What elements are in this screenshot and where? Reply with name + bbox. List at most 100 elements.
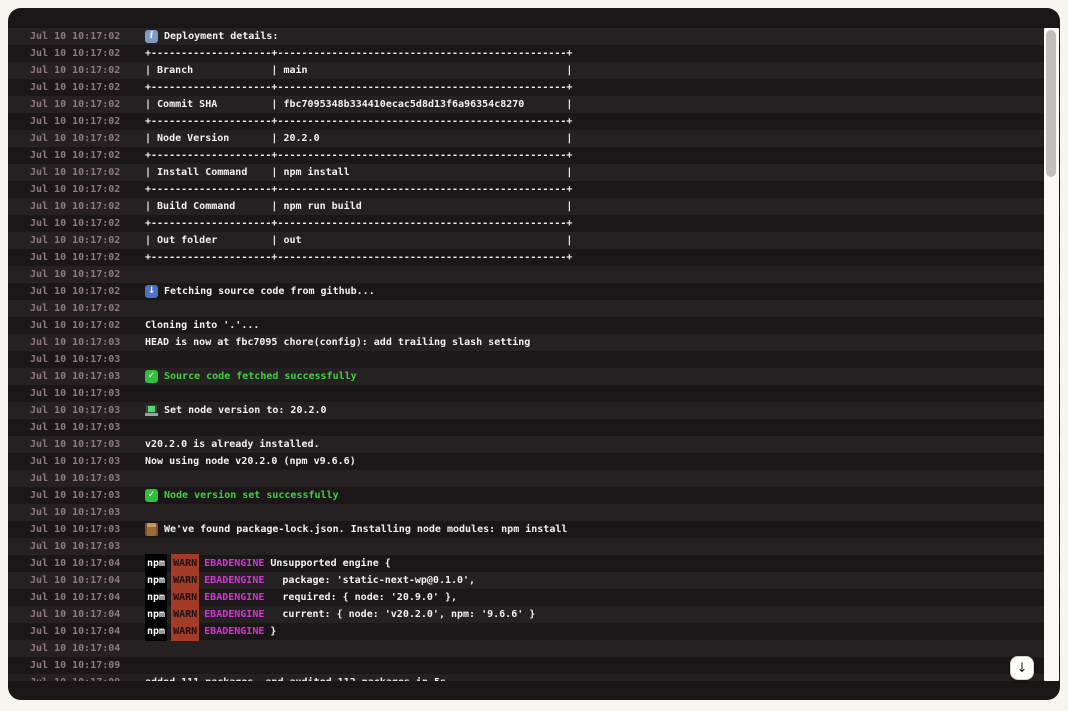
down-icon: ↓ bbox=[145, 285, 158, 298]
npm-warning-code: EBADENGINE bbox=[204, 606, 264, 623]
scrollbar-track[interactable] bbox=[1044, 28, 1059, 681]
warn-badge: WARN bbox=[171, 622, 199, 641]
npm-warning-code: EBADENGINE bbox=[204, 555, 264, 572]
log-message: We've found package-lock.json. Installin… bbox=[145, 521, 567, 538]
log-text: +--------------------+------------------… bbox=[145, 215, 572, 232]
log-row: Jul 10 10:17:03Set node version to: 20.2… bbox=[8, 402, 1060, 419]
npm-warning-code: EBADENGINE bbox=[204, 623, 264, 640]
log-text: | Install Command | npm install | bbox=[145, 164, 572, 181]
log-text: Node version set successfully bbox=[164, 487, 339, 504]
log-timestamp: Jul 10 10:17:02 bbox=[30, 147, 120, 164]
log-timestamp: Jul 10 10:17:02 bbox=[30, 181, 120, 198]
log-row: Jul 10 10:17:03v20.2.0 is already instal… bbox=[8, 436, 1060, 453]
log-message: Cloning into '.'... bbox=[145, 317, 259, 334]
log-timestamp: Jul 10 10:17:02 bbox=[30, 215, 120, 232]
log-text: required: { node: '20.9.0' }, bbox=[270, 589, 457, 606]
log-row: Jul 10 10:17:04npmWARNEBADENGINE} bbox=[8, 623, 1060, 640]
log-row: Jul 10 10:17:02| Out folder | out | bbox=[8, 232, 1060, 249]
log-row: Jul 10 10:17:03 bbox=[8, 538, 1060, 555]
log-row: Jul 10 10:17:02+--------------------+---… bbox=[8, 249, 1060, 266]
log-text: Fetching source code from github... bbox=[164, 283, 375, 300]
log-message: +--------------------+------------------… bbox=[145, 249, 572, 266]
log-timestamp: Jul 10 10:17:03 bbox=[30, 385, 120, 402]
log-text: | Build Command | npm run build | bbox=[145, 198, 572, 215]
log-text: +--------------------+------------------… bbox=[145, 113, 572, 130]
log-row: Jul 10 10:17:02+--------------------+---… bbox=[8, 45, 1060, 62]
log-row: Jul 10 10:17:03 bbox=[8, 351, 1060, 368]
log-row: Jul 10 10:17:03 We've found package-lock.… bbox=[8, 521, 1060, 538]
log-row: Jul 10 10:17:02 | Node Version | 20.2.0 | bbox=[8, 130, 1060, 147]
log-message: | Install Command | npm install | bbox=[145, 164, 572, 181]
log-row: Jul 10 10:17:04 bbox=[8, 640, 1060, 657]
log-message: added 111 packages, and audited 112 pack… bbox=[145, 674, 446, 681]
down-arrow-icon: ↓ bbox=[1017, 661, 1028, 676]
log-text: | Node Version | 20.2.0 | bbox=[145, 130, 572, 147]
log-text: +--------------------+------------------… bbox=[145, 181, 572, 198]
log-row: Jul 10 10:17:02 Cloning into '.'... bbox=[8, 317, 1060, 334]
log-row: Jul 10 10:17:02 bbox=[8, 266, 1060, 283]
log-timestamp: Jul 10 10:17:02 bbox=[30, 300, 120, 317]
log-message: Now using node v20.2.0 (npm v9.6.6) bbox=[145, 453, 356, 470]
log-timestamp: Jul 10 10:17:02 bbox=[30, 62, 120, 79]
log-row: Jul 10 10:17:02 i Deployment details: bbox=[8, 28, 1060, 45]
log-message: +--------------------+------------------… bbox=[145, 215, 572, 232]
log-timestamp: Jul 10 10:17:02 bbox=[30, 317, 120, 334]
info-icon: i bbox=[145, 30, 158, 43]
check-icon: ✓ bbox=[145, 370, 158, 383]
log-row: Jul 10 10:17:02 +--------------------+---… bbox=[8, 181, 1060, 198]
log-timestamp: Jul 10 10:17:09 bbox=[30, 657, 120, 674]
log-text: | Commit SHA | fbc7095348b334410ecac5d8d… bbox=[145, 96, 572, 113]
log-text: Source code fetched successfully bbox=[164, 368, 357, 385]
log-timestamp: Jul 10 10:17:02 bbox=[30, 130, 120, 147]
log-timestamp: Jul 10 10:17:02 bbox=[30, 266, 120, 283]
check-icon: ✓ bbox=[145, 489, 158, 502]
log-timestamp: Jul 10 10:17:04 bbox=[30, 640, 120, 657]
log-timestamp: Jul 10 10:17:02 bbox=[30, 28, 120, 45]
npm-warning-code: EBADENGINE bbox=[204, 589, 264, 606]
log-timestamp: Jul 10 10:17:09 bbox=[30, 674, 120, 681]
npm-warning-code: EBADENGINE bbox=[204, 572, 264, 589]
log-message: ✓ Source code fetched successfully bbox=[145, 368, 357, 385]
log-timestamp: Jul 10 10:17:04 bbox=[30, 606, 120, 623]
log-row: Jul 10 10:17:02 | Branch | main | bbox=[8, 62, 1060, 79]
log-message: ↓ Fetching source code from github... bbox=[145, 283, 375, 300]
log-row: Jul 10 10:17:02 +--------------------+---… bbox=[8, 113, 1060, 130]
log-row: Jul 10 10:17:03 bbox=[8, 504, 1060, 521]
log-text: We've found package-lock.json. Installin… bbox=[164, 521, 567, 538]
log-row: Jul 10 10:17:02| Build Command | npm run… bbox=[8, 198, 1060, 215]
log-timestamp: Jul 10 10:17:03 bbox=[30, 521, 120, 538]
log-timestamp: Jul 10 10:17:02 bbox=[30, 113, 120, 130]
log-timestamp: Jul 10 10:17:02 bbox=[30, 283, 120, 300]
log-message: +--------------------+------------------… bbox=[145, 147, 572, 164]
log-text: +--------------------+------------------… bbox=[145, 249, 572, 266]
log-timestamp: Jul 10 10:17:04 bbox=[30, 555, 120, 572]
log-lines: Jul 10 10:17:02iDeployment details:Jul 1… bbox=[8, 28, 1060, 681]
log-timestamp: Jul 10 10:17:03 bbox=[30, 334, 120, 351]
log-timestamp: Jul 10 10:17:02 bbox=[30, 232, 120, 249]
scroll-to-bottom-button[interactable]: ↓ bbox=[1010, 656, 1034, 680]
log-row: Jul 10 10:17:09 bbox=[8, 657, 1060, 674]
log-text: Deployment details: bbox=[164, 28, 278, 45]
log-row: Jul 10 10:17:02| Install Command | npm i… bbox=[8, 164, 1060, 181]
log-text: Unsupported engine { bbox=[270, 555, 390, 572]
log-message: | Branch | main | bbox=[145, 62, 572, 79]
log-row: Jul 10 10:17:04npmWARNEBADENGINE current… bbox=[8, 606, 1060, 623]
log-timestamp: Jul 10 10:17:03 bbox=[30, 470, 120, 487]
log-text: } bbox=[270, 623, 276, 640]
log-timestamp: Jul 10 10:17:02 bbox=[30, 79, 120, 96]
log-row: Jul 10 10:17:03 ✓ Node version set success… bbox=[8, 487, 1060, 504]
log-timestamp: Jul 10 10:17:03 bbox=[30, 419, 120, 436]
log-timestamp: Jul 10 10:17:03 bbox=[30, 487, 120, 504]
log-row: Jul 10 10:17:09 added 111 packages, and a… bbox=[8, 674, 1060, 681]
log-row: Jul 10 10:17:03 bbox=[8, 385, 1060, 402]
log-text: +--------------------+------------------… bbox=[145, 79, 572, 96]
log-row: Jul 10 10:17:04npmWARNEBADENGINE require… bbox=[8, 589, 1060, 606]
log-timestamp: Jul 10 10:17:03 bbox=[30, 504, 120, 521]
log-text: +--------------------+------------------… bbox=[145, 45, 572, 62]
log-timestamp: Jul 10 10:17:03 bbox=[30, 351, 120, 368]
log-row: Jul 10 10:17:03 bbox=[8, 419, 1060, 436]
log-timestamp: Jul 10 10:17:04 bbox=[30, 572, 120, 589]
log-row: Jul 10 10:17:03Now using node v20.2.0 (n… bbox=[8, 453, 1060, 470]
log-text: added 111 packages, and audited 112 pack… bbox=[145, 674, 446, 681]
scrollbar-thumb[interactable] bbox=[1046, 30, 1056, 177]
